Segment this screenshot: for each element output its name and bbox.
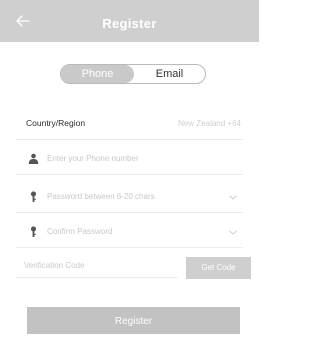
key-icon	[30, 191, 37, 202]
password-field[interactable]: Password between 6-20 chars	[16, 180, 243, 213]
password-input[interactable]: Password between 6-20 chars	[47, 180, 155, 213]
login-method-switch: Phone Email	[60, 64, 206, 84]
register-button[interactable]: Register	[27, 307, 240, 334]
verification-code-input[interactable]: Verification Code	[24, 253, 84, 278]
user-icon	[28, 153, 39, 164]
verification-code-field[interactable]: Verification Code	[16, 253, 178, 278]
page-title: Register	[102, 16, 157, 31]
phone-field[interactable]: Enter your Phone number	[16, 142, 243, 175]
get-code-button[interactable]: Get Code	[186, 257, 251, 279]
divider	[16, 247, 243, 248]
divider	[16, 139, 243, 140]
confirm-password-input[interactable]: Confirm Password	[47, 215, 112, 248]
country-region-label: Country/Region	[26, 118, 86, 128]
chevron-down-icon[interactable]	[229, 230, 237, 235]
divider	[16, 277, 178, 278]
chevron-down-icon[interactable]	[229, 195, 237, 200]
tab-email[interactable]: Email	[134, 65, 205, 83]
top-bar: Register	[0, 0, 259, 42]
country-region-row[interactable]: Country/Region New Zealand +64	[16, 107, 243, 140]
confirm-password-field[interactable]: Confirm Password	[16, 215, 243, 248]
divider	[16, 212, 243, 213]
tab-phone[interactable]: Phone	[61, 65, 134, 83]
phone-input[interactable]: Enter your Phone number	[47, 142, 139, 175]
divider	[16, 174, 243, 175]
key-icon	[30, 226, 37, 237]
country-region-value[interactable]: New Zealand +64	[178, 107, 241, 140]
